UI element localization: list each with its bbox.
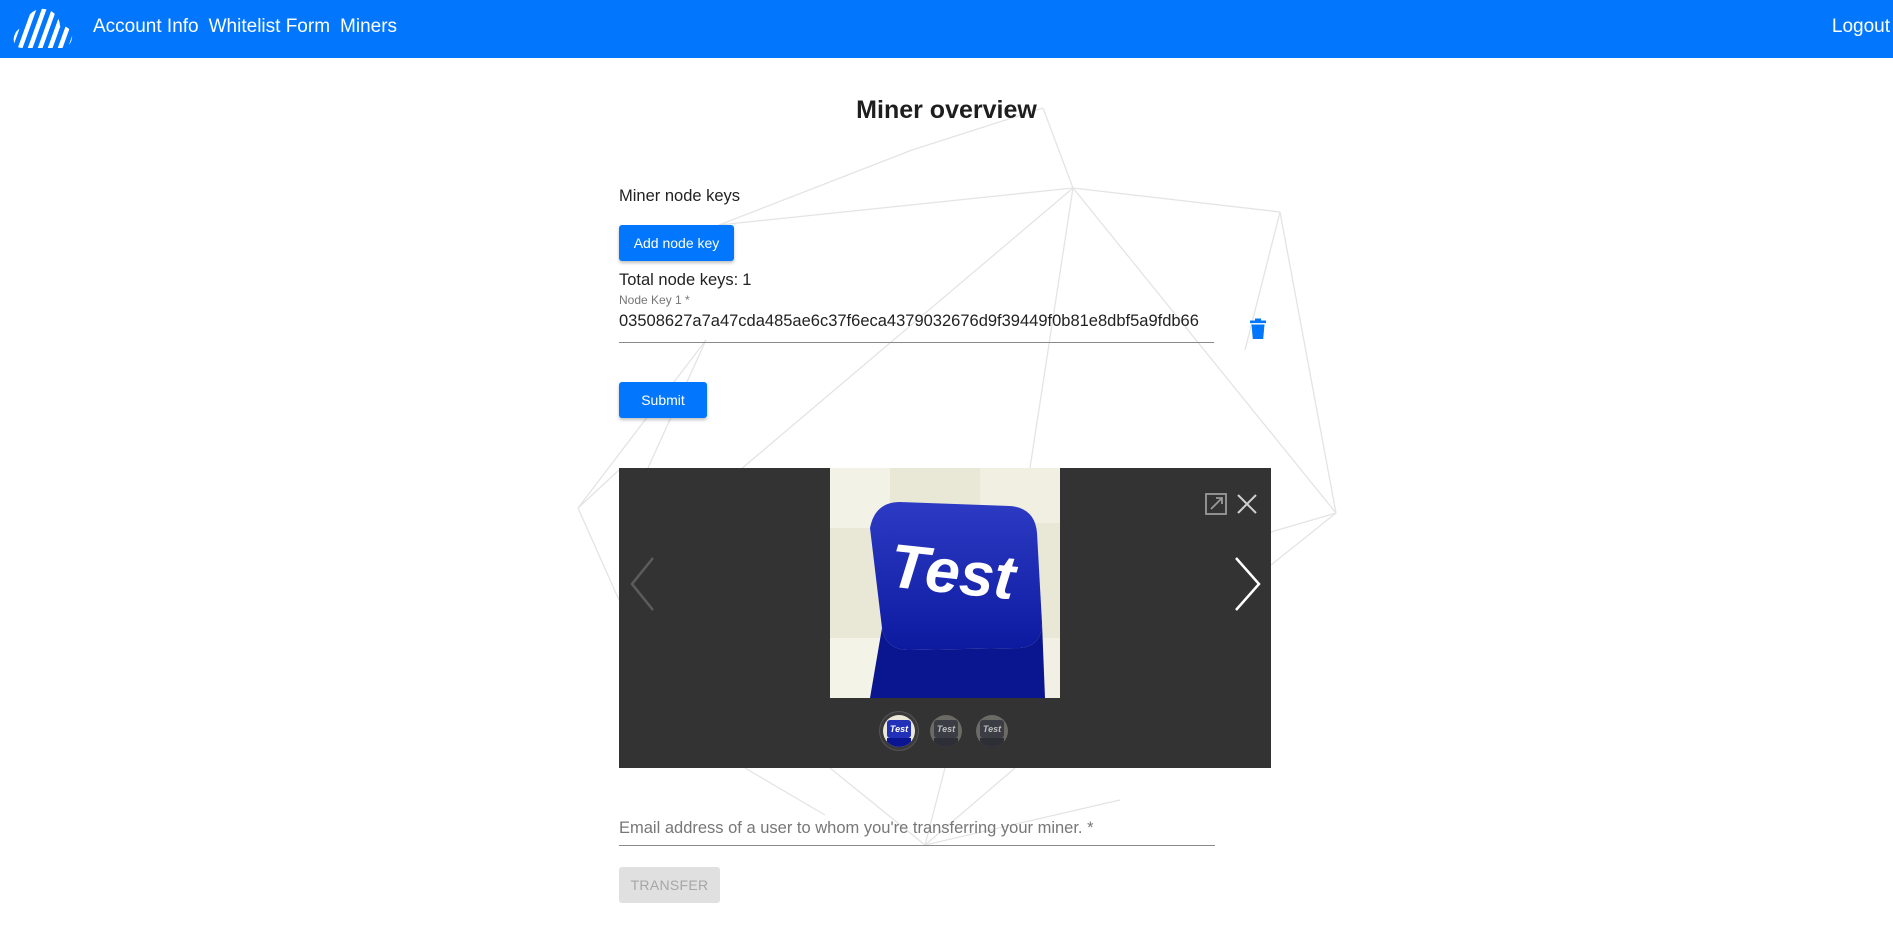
thumb-3-text: Test — [983, 724, 1002, 734]
logout-link[interactable]: Logout — [1832, 0, 1890, 54]
cloud-logo-icon[interactable] — [12, 2, 74, 50]
gallery-thumbnail-1[interactable]: Test — [883, 715, 915, 747]
main-nav: Account Info Whitelist Form Miners — [93, 0, 407, 54]
gallery-thumbnail-3[interactable]: Test — [976, 715, 1008, 747]
transfer-email-input[interactable] — [619, 815, 1215, 841]
total-node-keys: Total node keys: 1 — [619, 271, 751, 290]
gallery-prev-arrow-icon[interactable] — [629, 556, 655, 612]
nav-whitelist-form[interactable]: Whitelist Form — [209, 16, 330, 38]
node-keys-section-label: Miner node keys — [619, 187, 741, 205]
submit-button[interactable]: Submit — [619, 382, 707, 418]
transfer-button[interactable]: TRANSFER — [619, 867, 720, 903]
transfer-email-field — [619, 815, 1215, 846]
node-key-1-input[interactable]: 03508627a7a47cda485ae6c37f6eca4379032676… — [619, 312, 1214, 343]
image-gallery: Test Test Test Test — [619, 468, 1271, 768]
main-content: Miner overview Miner node keys Add node … — [0, 0, 1893, 933]
gallery-image-text: Test — [887, 532, 1021, 614]
gallery-close-icon[interactable] — [1236, 493, 1258, 515]
gallery-main-image: Test — [830, 468, 1060, 698]
gallery-next-arrow-icon[interactable] — [1233, 556, 1263, 612]
node-key-1-label: Node Key 1 * — [619, 293, 690, 307]
total-node-keys-label: Total node keys: — [619, 271, 739, 289]
top-nav-bar: Account Info Whitelist Form Miners Logou… — [0, 0, 1893, 58]
thumb-1-text: Test — [890, 724, 909, 734]
nav-miners[interactable]: Miners — [340, 16, 397, 38]
total-node-keys-count: 1 — [742, 271, 752, 289]
add-node-key-button[interactable]: Add node key — [619, 225, 734, 261]
nav-account-info[interactable]: Account Info — [93, 16, 199, 38]
delete-trash-icon[interactable] — [1248, 318, 1268, 340]
page-title: Miner overview — [856, 96, 1037, 124]
gallery-thumbnail-2[interactable]: Test — [930, 715, 962, 747]
thumb-2-text: Test — [937, 724, 956, 734]
fullscreen-icon[interactable] — [1205, 493, 1227, 515]
